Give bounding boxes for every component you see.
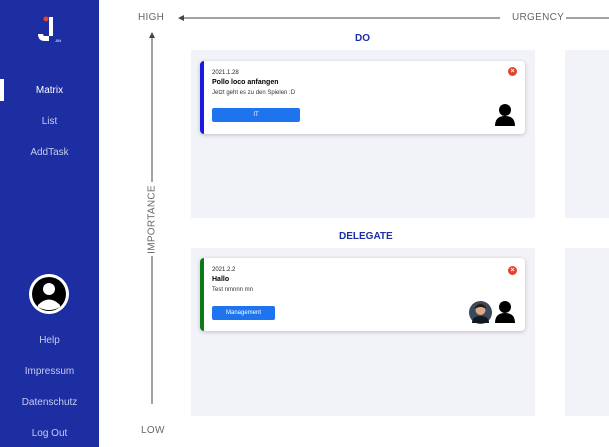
card-description: Jetzt geht es zu den Spielen :D (212, 90, 296, 96)
card-priority-bar (200, 61, 204, 134)
task-card[interactable]: 2021.1.28 Pollo loco anfangen Jetzt geht… (200, 61, 525, 134)
quadrant-delegate-title: DELEGATE (339, 231, 393, 242)
card-date: 2021.2.2 (212, 267, 236, 273)
sidebar-item-help[interactable]: Help (0, 335, 99, 346)
task-card[interactable]: 2021.2.2 Hallo Test nmnnn mn Management … (200, 258, 525, 331)
sidebar-item-datenschutz[interactable]: Datenschutz (0, 397, 99, 408)
sidebar-item-addtask[interactable]: AddTask (0, 147, 99, 158)
quadrant-do-title: DO (355, 33, 370, 44)
svg-text:JIN: JIN (55, 38, 61, 43)
card-priority-bar (200, 258, 204, 331)
card-title: Hallo (212, 276, 230, 283)
category-button[interactable]: Management (212, 306, 275, 320)
delete-icon[interactable]: × (508, 67, 517, 76)
urgency-high-label: HIGH (138, 12, 165, 23)
app-logo[interactable]: JIN (35, 14, 65, 46)
importance-label: IMPORTANCE (146, 185, 158, 254)
sidebar-item-list[interactable]: List (0, 116, 99, 127)
card-title: Pollo loco anfangen (212, 79, 279, 86)
sidebar-item-impressum[interactable]: Impressum (0, 366, 99, 377)
urgency-label: URGENCY (512, 12, 565, 23)
delete-icon[interactable]: × (508, 266, 517, 275)
sidebar: JIN Matrix List AddTask Help Impressum D… (0, 0, 99, 447)
quadrant-eliminate (565, 248, 609, 416)
sidebar-item-logout[interactable]: Log Out (0, 428, 99, 439)
card-date: 2021.1.28 (212, 70, 239, 76)
category-button[interactable]: IT (212, 108, 300, 122)
quadrant-schedule (565, 50, 609, 218)
assignee-avatar-icon (495, 301, 515, 323)
sidebar-item-matrix[interactable]: Matrix (0, 85, 99, 96)
assignee-photo-avatar (469, 301, 492, 324)
importance-low-label: LOW (141, 425, 165, 436)
card-description: Test nmnnn mn (212, 287, 254, 293)
assignee-avatar-icon (495, 104, 515, 126)
user-avatar-icon[interactable] (29, 274, 69, 314)
